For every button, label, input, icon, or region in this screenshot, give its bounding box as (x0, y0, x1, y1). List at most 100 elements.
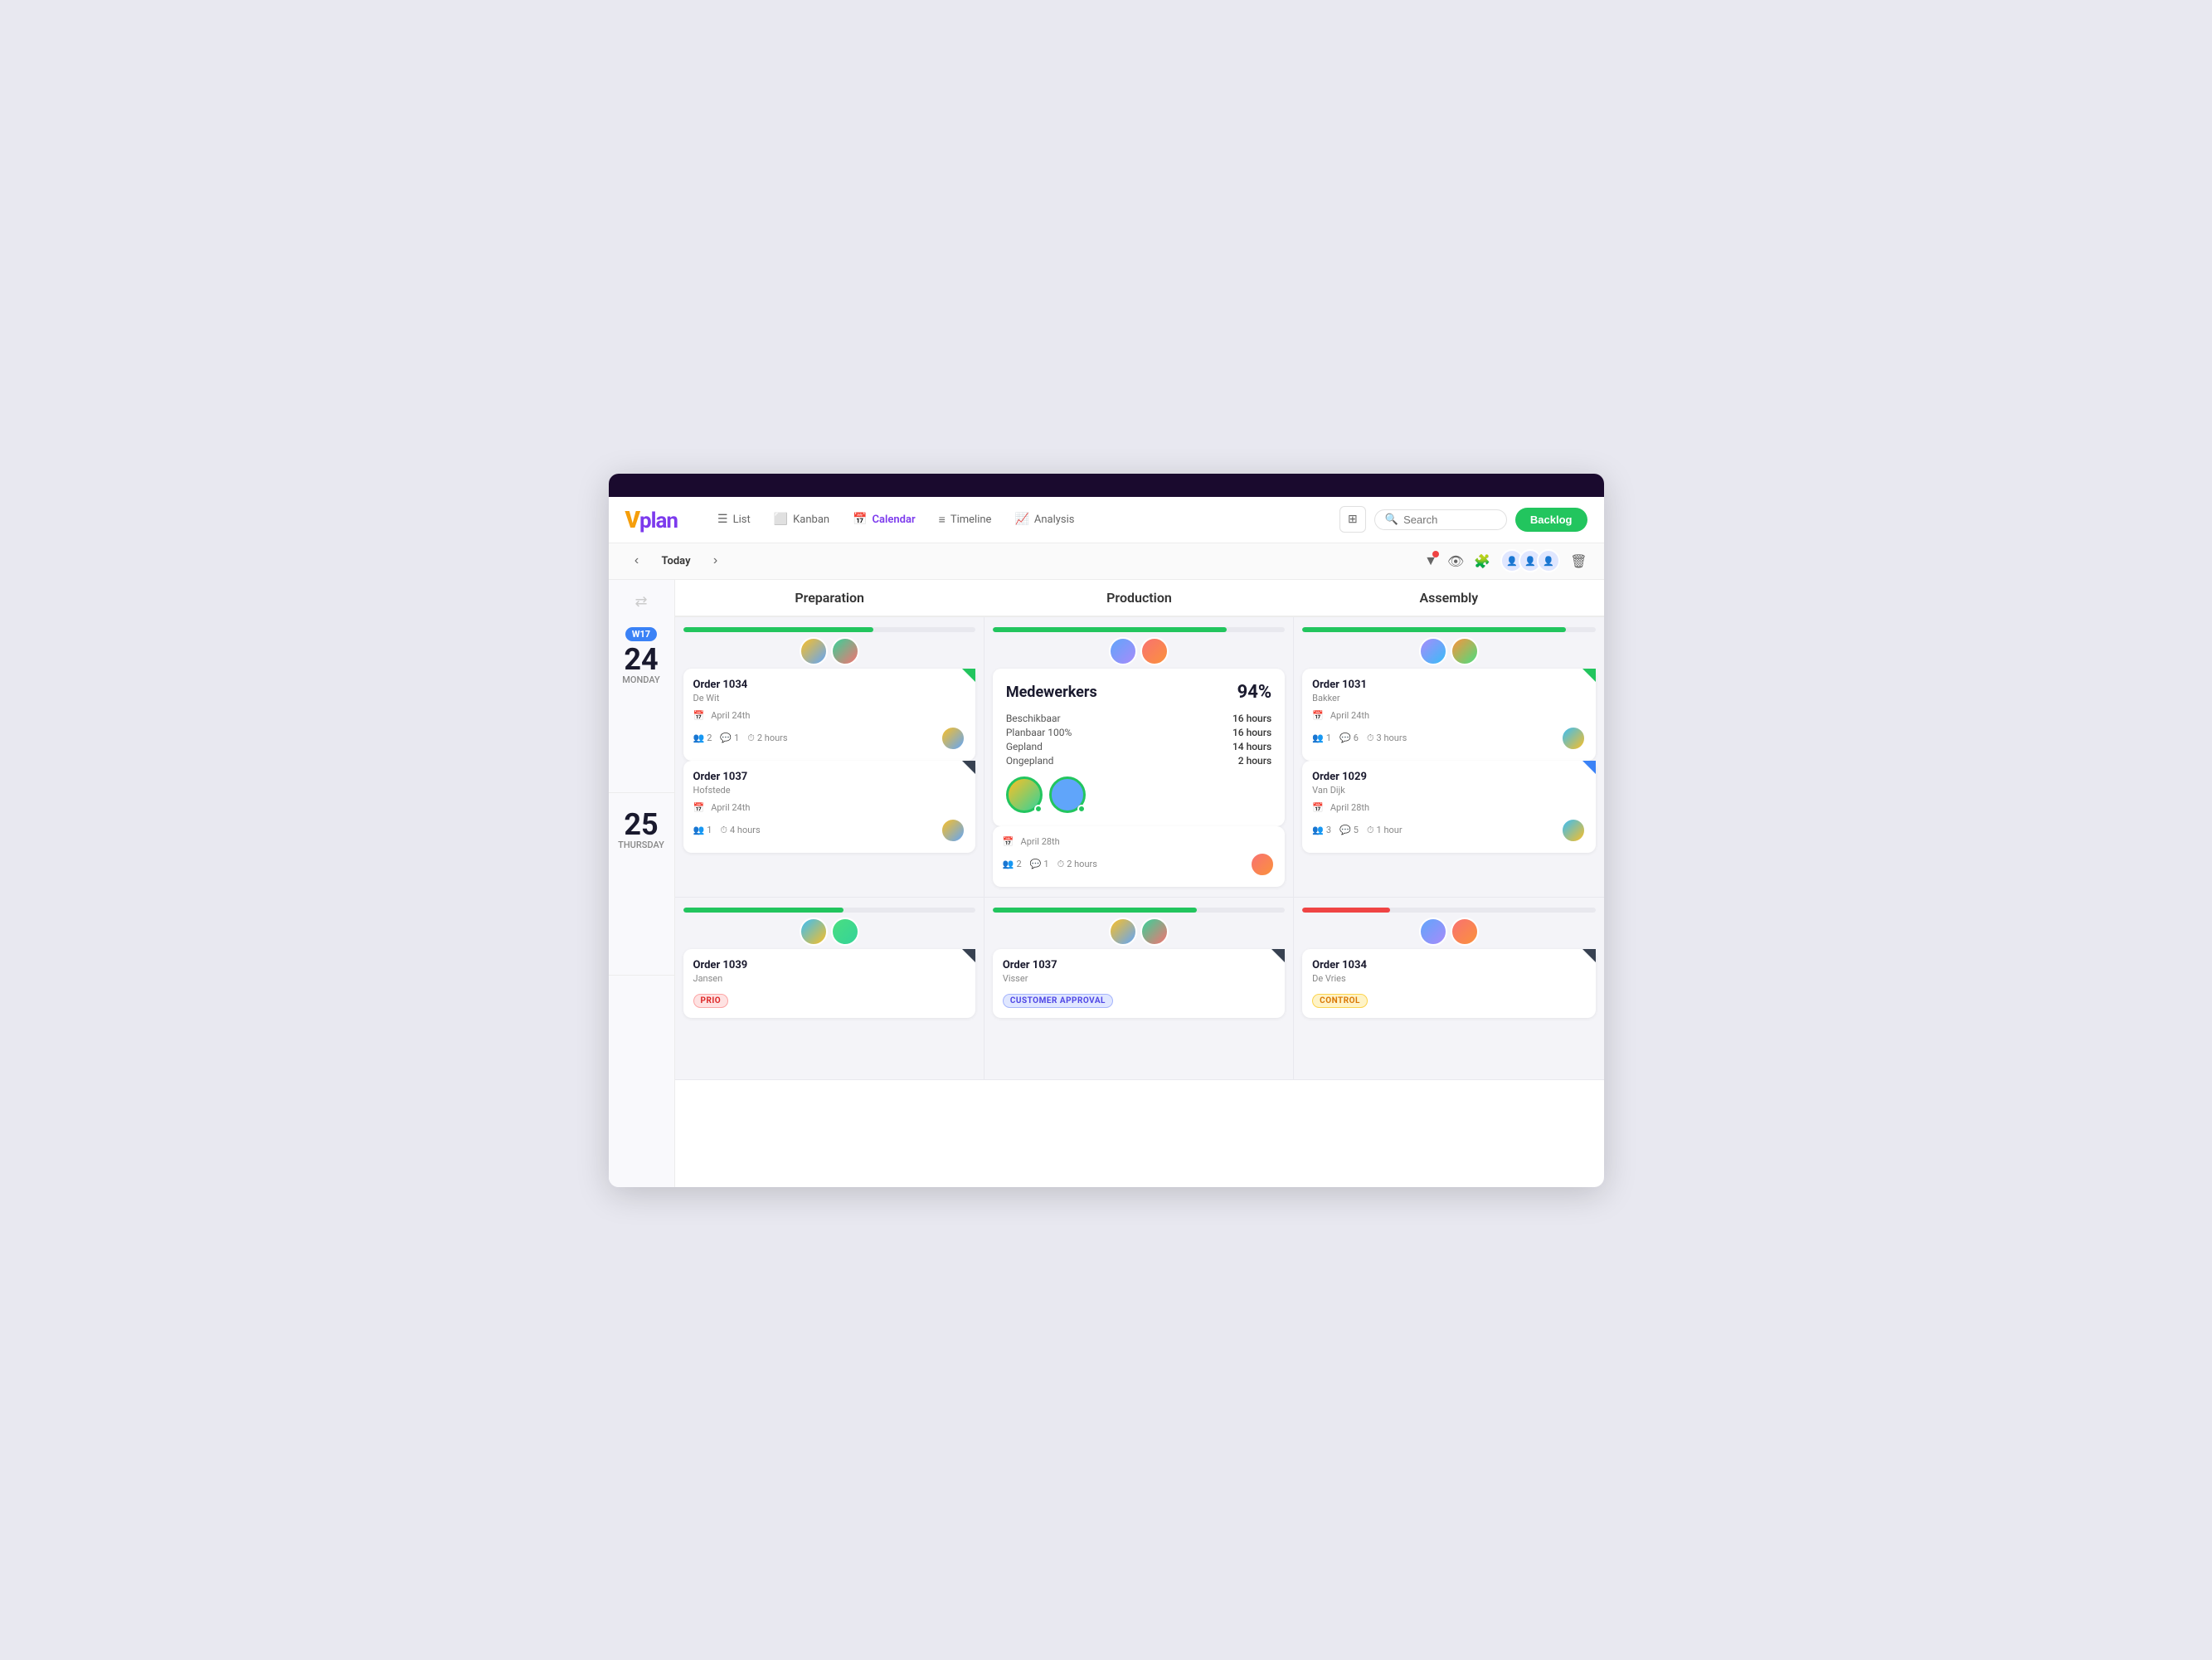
card-avatar (1250, 852, 1275, 877)
medewerkers-title: Medewerkers (1006, 684, 1097, 701)
lane-avatar (1451, 918, 1479, 946)
progress-bar-wrap (683, 908, 975, 913)
card-title: Order 1039 (693, 959, 965, 971)
order-card[interactable]: Order 1037Hofstede📅 April 24th👥 1⏱ 4 hou… (683, 761, 975, 853)
calendar-icon: 📅 (853, 513, 867, 526)
medewerkers-row: Gepland14 hours (1006, 741, 1271, 752)
calendar-small-icon: 📅 (693, 802, 705, 813)
lane-avatar (1140, 637, 1169, 665)
kanban-icon: ⬜ (774, 513, 788, 526)
card-corner-indicator (1582, 761, 1596, 774)
order-card[interactable]: 📅 April 28th👥 2💬 1⏱ 2 hours (993, 826, 1285, 887)
order-card[interactable]: Order 1037VisserCUSTOMER APPROVAL (993, 949, 1285, 1018)
day-label: 25THURSDAY (609, 793, 674, 976)
lane-avatar (1451, 637, 1479, 665)
subheader: ‹ Today › ▼ 👁 🧩 👤 👤 👤 🗑 (609, 543, 1604, 580)
lane-avatar (1419, 637, 1447, 665)
nav-analysis-label: Analysis (1034, 514, 1075, 526)
calendar-small-icon: 📅 (693, 710, 705, 721)
card-avatar (1561, 818, 1586, 843)
order-card[interactable]: Order 1031Bakker📅 April 24th👥 1💬 6⏱ 3 ho… (1302, 669, 1595, 761)
prev-arrow[interactable]: ‹ (625, 549, 649, 572)
card-subtitle: De Wit (693, 693, 965, 703)
lane-assembly: Order 1034De VriesCONTROL (1294, 898, 1603, 1080)
progress-bar (683, 908, 844, 913)
hours-stat: ⏱ 2 hours (747, 733, 787, 744)
shuffle-button[interactable]: ⇄ (634, 593, 647, 611)
day-name: MONDAY (622, 674, 659, 685)
columns-area: Preparation Production Assembly Order 10… (675, 580, 1604, 1187)
mede-avatar-wrap (1049, 776, 1086, 813)
lane-avatar (831, 918, 859, 946)
order-card[interactable]: Order 1039JansenPRIO (683, 949, 975, 1018)
nav-calendar-label: Calendar (873, 514, 916, 526)
people-icon: 👥 (1312, 733, 1324, 743)
clock-icon: ⏱ (747, 733, 755, 744)
nav-item-list[interactable]: ☰ List (707, 508, 761, 532)
lane-avatars (683, 918, 975, 946)
card-subtitle: Hofstede (693, 785, 965, 796)
nav-item-analysis[interactable]: 📈 Analysis (1004, 508, 1084, 532)
people-icon: 👥 (1003, 859, 1014, 869)
backlog-button[interactable]: Backlog (1515, 508, 1587, 532)
hours-stat: ⏱ 3 hours (1367, 733, 1407, 744)
next-arrow[interactable]: › (704, 549, 727, 572)
mede-label: Planbaar 100% (1006, 727, 1072, 738)
card-date: 📅 April 24th (1312, 710, 1585, 721)
badge-label: CONTROL (1312, 994, 1368, 1008)
logo[interactable]: Vplan (625, 506, 678, 533)
col-preparation: Preparation (675, 580, 984, 616)
people-stat: 👥 2 (1003, 859, 1022, 869)
card-title: Order 1034 (1312, 959, 1585, 971)
medewerkers-header: Medewerkers 94% (1006, 682, 1271, 703)
progress-bar (1302, 908, 1390, 913)
mede-online-dot (1077, 805, 1086, 813)
col-assembly: Assembly (1294, 580, 1603, 616)
card-footer: 👥 1💬 6⏱ 3 hours (1312, 726, 1585, 751)
main-nav: ☰ List ⬜ Kanban 📅 Calendar ≡ Timeline 📈 … (707, 508, 1320, 532)
nav-item-kanban[interactable]: ⬜ Kanban (764, 508, 839, 532)
card-footer: 👥 3💬 5⏱ 1 hour (1312, 818, 1585, 843)
medewerkers-rows: Beschikbaar16 hoursPlanbaar 100%16 hours… (1006, 713, 1271, 767)
hours-stat: ⏱ 4 hours (720, 825, 760, 836)
progress-bar-wrap (1302, 627, 1595, 632)
today-button[interactable]: Today (655, 552, 698, 571)
card-stats: 👥 3💬 5⏱ 1 hour (1312, 825, 1402, 836)
filter-button[interactable]: ▼ (1424, 553, 1437, 569)
card-corner-indicator (962, 669, 975, 682)
eye-icon[interactable]: 👁 (1447, 553, 1464, 569)
lane-assembly: Order 1031Bakker📅 April 24th👥 1💬 6⏱ 3 ho… (1294, 617, 1603, 898)
nav-item-calendar[interactable]: 📅 Calendar (843, 508, 926, 532)
card-footer: 👥 2 💬 1 ⏱ 2 hours (693, 726, 965, 751)
logo-text: Vplan (625, 506, 678, 533)
mede-value: 2 hours (1238, 755, 1271, 767)
lane-avatars (1302, 918, 1595, 946)
mede-online-dot (1034, 805, 1043, 813)
card-avatar (941, 818, 965, 843)
day-section-24: Order 1034De Wit📅 April 24th👥 2💬 1⏱ 2 ho… (675, 617, 1604, 898)
search-input[interactable] (1403, 514, 1496, 526)
people-stat: 👥 2 (693, 733, 712, 743)
lane-avatars (993, 918, 1285, 946)
delete-icon[interactable]: 🗑 (1570, 553, 1587, 569)
clock-icon: ⏱ (1057, 859, 1065, 870)
date-nav: ‹ Today › (625, 549, 1425, 572)
order-card[interactable]: Order 1034De Wit📅 April 24th👥 2💬 1⏱ 2 ho… (683, 669, 975, 761)
puzzle-icon[interactable]: 🧩 (1474, 553, 1490, 569)
filter-dot (1432, 551, 1439, 557)
card-corner-indicator (1271, 949, 1285, 962)
nav-item-timeline[interactable]: ≡ Timeline (929, 508, 1002, 532)
medewerkers-pct: 94% (1237, 682, 1272, 703)
comments-stat: 💬 1 (720, 733, 739, 743)
clock-icon: ⏱ (1367, 825, 1374, 836)
order-card[interactable]: Order 1034De VriesCONTROL (1302, 949, 1595, 1018)
progress-bar-wrap (683, 627, 975, 632)
card-badge: PRIO (693, 991, 965, 1008)
calendar-small-icon: 📅 (1312, 802, 1324, 813)
card-avatar (1561, 726, 1586, 751)
search-box: 🔍 (1374, 509, 1507, 530)
order-card[interactable]: Order 1029Van Dijk📅 April 28th👥 3💬 5⏱ 1 … (1302, 761, 1595, 853)
expand-button[interactable]: ⊞ (1339, 506, 1366, 533)
comments-stat: 💬 6 (1339, 733, 1359, 743)
people-icon: 👥 (693, 733, 705, 743)
